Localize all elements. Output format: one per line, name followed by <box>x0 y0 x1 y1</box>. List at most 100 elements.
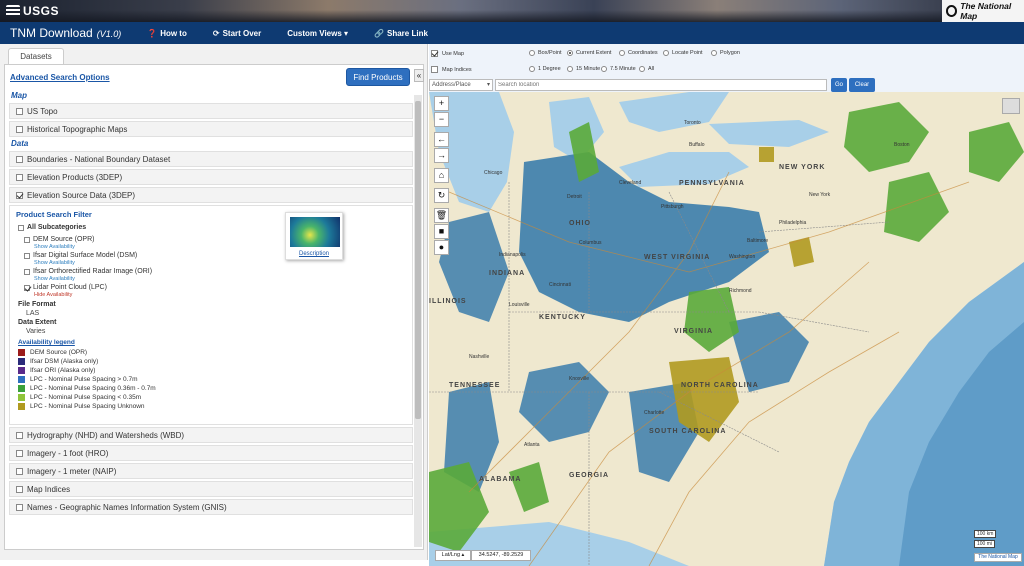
dataset-us-topo[interactable]: US Topo <box>9 103 413 119</box>
clear-button[interactable]: Clear <box>849 78 875 92</box>
subcat-dem-source[interactable]: DEM Source (OPR) <box>24 236 94 243</box>
dataset-elevation-products[interactable]: Elevation Products (3DEP) <box>9 169 413 185</box>
grid-7-5-minute[interactable]: 7.5 Minute <box>601 66 636 72</box>
checkbox-checked[interactable] <box>24 284 30 291</box>
checkbox[interactable] <box>16 503 23 511</box>
checkbox[interactable] <box>431 66 438 73</box>
legend-item: Ifsar DSM (Alaska only) <box>18 358 98 365</box>
refresh-icon: ⟳ <box>212 28 220 38</box>
refresh-map-button[interactable]: ↻ <box>434 188 449 203</box>
grid-all[interactable]: All <box>639 66 654 72</box>
hide-availability-link[interactable]: Hide Availability <box>34 292 72 298</box>
forward-extent-button[interactable]: → <box>434 148 449 163</box>
back-extent-button[interactable]: ← <box>434 132 449 147</box>
use-map-toggle[interactable]: Use Map <box>431 50 464 57</box>
radio[interactable] <box>619 50 625 56</box>
radio[interactable] <box>711 50 717 56</box>
dataset-boundaries[interactable]: Boundaries - National Boundary Dataset <box>9 151 413 167</box>
national-map-logo[interactable]: The National Map <box>942 0 1024 22</box>
dataset-scrollbar[interactable] <box>414 95 422 547</box>
home-button[interactable]: ⌂ <box>434 168 449 183</box>
subcat-lidar-lpc[interactable]: Lidar Point Cloud (LPC) <box>24 284 107 291</box>
nav-start-over[interactable]: ⟳ Start Over <box>213 29 261 38</box>
go-button[interactable]: Go <box>831 78 847 92</box>
availability-legend-link[interactable]: Availability legend <box>18 339 75 346</box>
show-availability-link[interactable]: Show Availability <box>34 244 75 250</box>
checkbox[interactable] <box>16 125 23 133</box>
extent-locate-point[interactable]: Locate Point <box>663 50 703 56</box>
nav-how-to-label: How to <box>160 28 187 38</box>
dataset-map-indices[interactable]: Map Indices <box>9 481 413 497</box>
show-availability-link[interactable]: Show Availability <box>34 276 75 282</box>
latlng-readout: 34.5247, -89.2529 <box>471 550 531 561</box>
dataset-imagery-naip[interactable]: Imagery - 1 meter (NAIP) <box>9 463 413 479</box>
radio[interactable] <box>663 50 669 56</box>
map-indices-toggle[interactable]: Map Indices <box>431 66 472 73</box>
scrollbar-thumb[interactable] <box>415 101 421 419</box>
checkbox[interactable] <box>16 155 23 163</box>
extent-current[interactable]: Current Extent <box>567 50 611 56</box>
extent-box-point[interactable]: Box/Point <box>529 50 562 56</box>
radio[interactable] <box>639 66 645 72</box>
layers-icon[interactable] <box>1002 98 1020 114</box>
tab-datasets[interactable]: Datasets <box>8 48 64 64</box>
map-label-city: Charlotte <box>644 410 665 416</box>
usgs-logo[interactable]: USGS <box>6 3 59 19</box>
extent-polygon[interactable]: Polygon <box>711 50 740 56</box>
dataset-list: Map US Topo Historical Topographic Maps … <box>9 91 413 547</box>
zoom-out-button[interactable]: − <box>434 112 449 127</box>
checkbox[interactable] <box>16 485 23 493</box>
dataset-imagery-hro[interactable]: Imagery - 1 foot (HRO) <box>9 445 413 461</box>
checkbox[interactable] <box>16 431 23 439</box>
usgs-wave-icon <box>6 5 20 17</box>
checkbox-checked[interactable] <box>431 50 438 57</box>
extent-coordinates[interactable]: Coordinates <box>619 50 658 56</box>
map-attribution[interactable]: The National Map <box>974 553 1022 562</box>
find-products-button[interactable]: Find Products <box>346 68 410 86</box>
radio[interactable] <box>567 66 573 72</box>
dataset-gnis[interactable]: Names - Geographic Names Information Sys… <box>9 499 413 515</box>
extent-label: Polygon <box>720 50 740 56</box>
nav-how-to[interactable]: ❓ How to <box>147 29 187 38</box>
checkbox[interactable] <box>24 236 30 243</box>
nav-custom-views[interactable]: Custom Views ▾ <box>287 29 348 38</box>
dataset-label: Imagery - 1 foot (HRO) <box>27 448 109 458</box>
product-thumbnail[interactable]: Description <box>285 212 343 260</box>
trash-button[interactable]: 🗑 <box>434 208 449 223</box>
checkbox[interactable] <box>18 224 24 231</box>
search-location-input[interactable] <box>495 79 827 91</box>
legend-swatch <box>18 403 25 410</box>
nav-share-link[interactable]: 🔗 Share Link <box>374 29 428 38</box>
collapse-panel-button[interactable]: « <box>414 69 424 82</box>
radio[interactable] <box>529 66 535 72</box>
draw-box-button[interactable]: ■ <box>434 224 449 239</box>
show-availability-link[interactable]: Show Availability <box>34 260 75 266</box>
checkbox[interactable] <box>24 252 30 259</box>
dataset-hydrography[interactable]: Hydrography (NHD) and Watersheds (WBD) <box>9 427 413 443</box>
advanced-search-link[interactable]: Advanced Search Options <box>10 73 110 82</box>
checkbox[interactable] <box>16 449 23 457</box>
radio[interactable] <box>529 50 535 56</box>
address-place-select[interactable]: Address/Place <box>429 79 493 91</box>
map-canvas[interactable]: NEW YORK PENNSYLVANIA OHIO INDIANA WEST … <box>429 92 1024 566</box>
grid-1-degree[interactable]: 1 Degree <box>529 66 561 72</box>
description-link[interactable]: Description <box>286 251 342 257</box>
zoom-in-button[interactable]: + <box>434 96 449 111</box>
checkbox[interactable] <box>16 107 23 115</box>
checkbox[interactable] <box>16 173 23 181</box>
dataset-historical-topo[interactable]: Historical Topographic Maps <box>9 121 413 137</box>
legend-item: LPC - Nominal Pulse Spacing Unknown <box>18 403 145 410</box>
radio[interactable] <box>601 66 607 72</box>
radio-selected[interactable] <box>567 50 573 56</box>
subcat-ifsar-dsm[interactable]: Ifsar Digital Surface Model (DSM) <box>24 252 137 259</box>
map-label-state: VIRGINIA <box>674 328 714 335</box>
subcat-ifsar-ori[interactable]: Ifsar Orthorectified Radar Image (ORI) <box>24 268 152 275</box>
checkbox[interactable] <box>16 467 23 475</box>
dataset-elevation-source[interactable]: Elevation Source Data (3DEP) <box>9 187 413 203</box>
latlng-format-button[interactable]: Lat/Lng ▴ <box>435 550 471 561</box>
checkbox[interactable] <box>24 268 30 275</box>
all-subcategories[interactable]: All Subcategories <box>18 224 86 231</box>
locate-point-button[interactable]: ● <box>434 240 449 255</box>
checkbox-checked[interactable] <box>16 191 23 199</box>
grid-15-minute[interactable]: 15 Minute <box>567 66 600 72</box>
